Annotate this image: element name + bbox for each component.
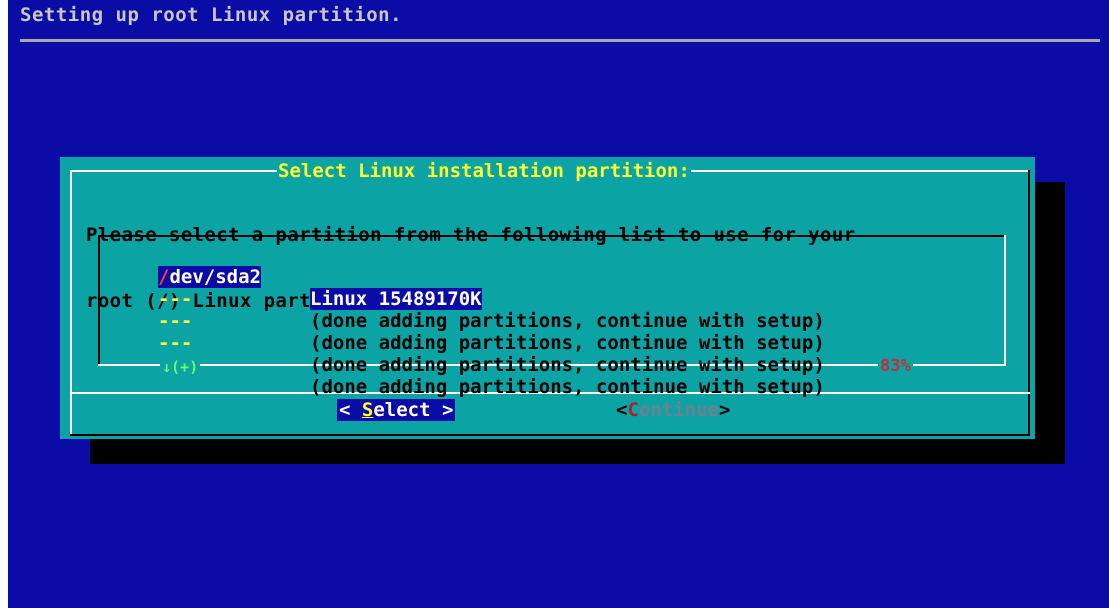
partition-description: (done adding partitions, continue with s… — [310, 376, 825, 398]
partition-description: (done adding partitions, continue with s… — [310, 354, 825, 376]
partition-select-dialog: Select Linux installation partition: Ple… — [60, 157, 1035, 439]
backtitle-divider — [20, 39, 1100, 42]
select-button[interactable]: < Select > — [337, 399, 456, 421]
list-item[interactable]: --- (done adding partitions, continue wi… — [98, 288, 825, 354]
partition-description: Linux 15489170K — [310, 288, 482, 310]
scroll-down-indicator: ↓(+) — [160, 358, 201, 376]
continue-button[interactable]: <Continue> — [616, 399, 730, 421]
list-item[interactable]: --- (done adding partitions, continue wi… — [98, 266, 825, 332]
partition-description: (done adding partitions, continue with s… — [310, 332, 825, 354]
list-item-dev-sda2[interactable]: /dev/sda2 Linux 15489170K — [98, 244, 482, 310]
backtitle: Setting up root Linux partition. — [20, 4, 403, 26]
list-item[interactable]: --- (done adding partitions, continue wi… — [98, 310, 825, 376]
partition-list[interactable]: /dev/sda2 Linux 15489170K --- (done addi… — [98, 234, 1006, 398]
dialog-title: Select Linux installation partition: — [277, 160, 691, 182]
dialog-frame-left — [70, 170, 72, 436]
dialog-frame-bottom — [70, 434, 1030, 436]
scroll-percent: 83% — [878, 356, 913, 376]
installer-screen: Setting up root Linux partition. Select … — [8, 0, 1109, 608]
partition-description: (done adding partitions, continue with s… — [310, 310, 825, 332]
dialog-frame-right — [1028, 170, 1030, 436]
list-item[interactable]: --- (done adding partitions, continue wi… — [98, 332, 825, 398]
